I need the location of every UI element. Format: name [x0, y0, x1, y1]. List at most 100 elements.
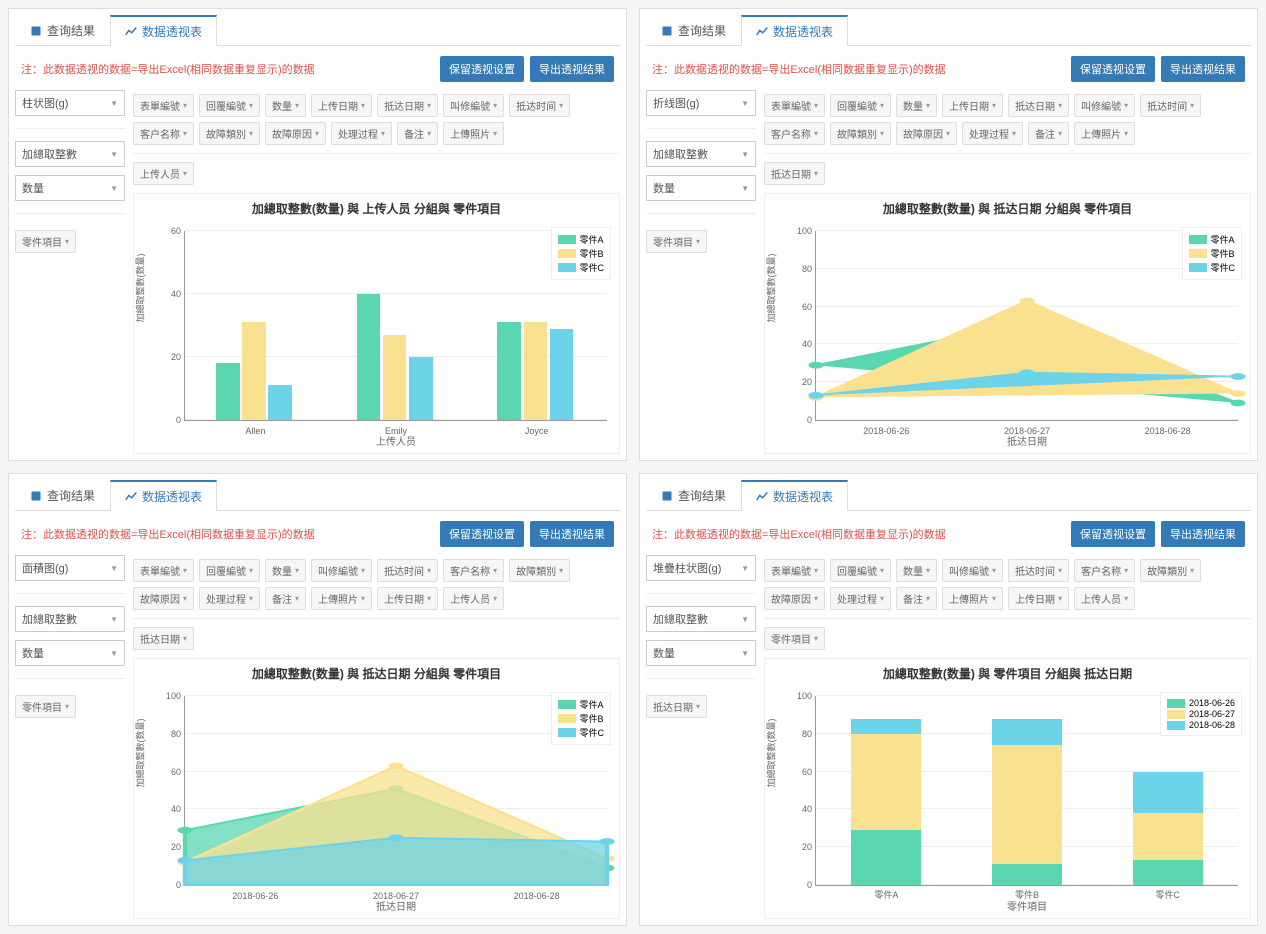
- field-chip[interactable]: 抵达时间: [377, 559, 438, 582]
- field-chip[interactable]: 表單編號: [133, 559, 194, 582]
- bar: [497, 322, 521, 420]
- bar: [851, 719, 921, 734]
- tab-pivot[interactable]: 数据透视表: [110, 15, 217, 46]
- field-chip[interactable]: 零件項目: [646, 230, 707, 253]
- bar: [524, 322, 548, 420]
- field-chip[interactable]: 故障原因: [133, 587, 194, 610]
- field-chip[interactable]: 上傳照片: [1074, 122, 1135, 145]
- bar: [992, 864, 1062, 885]
- field-chip[interactable]: 零件項目: [15, 230, 76, 253]
- field-chip[interactable]: 故障原因: [764, 587, 825, 610]
- field-chip[interactable]: 抵达时间: [1008, 559, 1069, 582]
- measure-select[interactable]: 数量▼: [15, 175, 125, 201]
- bar: [992, 719, 1062, 745]
- chart-type-select[interactable]: 面積图(g)▼: [15, 555, 125, 581]
- field-chip[interactable]: 回覆編號: [830, 559, 891, 582]
- field-chip[interactable]: 备注: [896, 587, 937, 610]
- export-pivot-button[interactable]: 导出透视结果: [530, 56, 614, 82]
- chart-plot: 0204060AllenEmilyJoyce 加總取整數(数量) 上传人员: [184, 231, 607, 421]
- field-chip[interactable]: 上傳照片: [942, 587, 1003, 610]
- field-chip[interactable]: 回覆編號: [199, 94, 260, 117]
- field-chip[interactable]: 零件項目: [764, 627, 825, 650]
- save-pivot-button[interactable]: 保留透视设置: [440, 521, 524, 547]
- field-chip[interactable]: 上传日期: [1008, 587, 1069, 610]
- chart-plot: 0204060801002018-06-262018-06-272018-06-…: [815, 231, 1238, 421]
- aggregate-select[interactable]: 加總取整數▼: [646, 141, 756, 167]
- field-chip[interactable]: 上傳照片: [311, 587, 372, 610]
- field-chip[interactable]: 零件項目: [15, 695, 76, 718]
- field-chip[interactable]: 叫修編號: [443, 94, 504, 117]
- measure-select[interactable]: 数量▼: [646, 175, 756, 201]
- tab-pivot[interactable]: 数据透视表: [110, 480, 217, 511]
- aggregate-select[interactable]: 加總取整數▼: [15, 141, 125, 167]
- field-chip[interactable]: 处理过程: [962, 122, 1023, 145]
- chart-type-select[interactable]: 折线图(g)▼: [646, 90, 756, 116]
- field-chip[interactable]: 上传人员: [1074, 587, 1135, 610]
- field-chip[interactable]: 叫修編號: [1074, 94, 1135, 117]
- aggregate-select[interactable]: 加總取整數▼: [646, 606, 756, 632]
- field-chip[interactable]: 备注: [265, 587, 306, 610]
- x-axis-label: 上传人员: [185, 433, 607, 448]
- field-chip[interactable]: 表單編號: [764, 94, 825, 117]
- pivot-panel: 查询结果 数据透视表 注：此数据透视的数据=导出Excel(相同数据重复显示)的…: [8, 473, 627, 926]
- field-chip[interactable]: 表單編號: [764, 559, 825, 582]
- field-chip[interactable]: 客户名称: [133, 122, 194, 145]
- group-field-row: 抵达日期: [764, 158, 1251, 189]
- field-chip[interactable]: 抵达时间: [509, 94, 570, 117]
- field-chip[interactable]: 上传日期: [311, 94, 372, 117]
- chart-container: 加總取整數(数量) 與 上传人员 分組與 零件項目 0204060AllenEm…: [133, 193, 620, 454]
- field-chip[interactable]: 抵达日期: [764, 162, 825, 185]
- field-chip[interactable]: 抵达日期: [646, 695, 707, 718]
- field-chip[interactable]: 故障類別: [199, 122, 260, 145]
- field-chip[interactable]: 抵达日期: [377, 94, 438, 117]
- field-chip[interactable]: 数量: [896, 94, 937, 117]
- field-chip[interactable]: 上传日期: [942, 94, 1003, 117]
- field-chip[interactable]: 上傳照片: [443, 122, 504, 145]
- field-chip[interactable]: 处理过程: [331, 122, 392, 145]
- field-chip[interactable]: 抵达日期: [133, 627, 194, 650]
- field-chip[interactable]: 回覆編號: [199, 559, 260, 582]
- x-axis-label: 零件項目: [816, 898, 1238, 913]
- field-chip[interactable]: 表單編號: [133, 94, 194, 117]
- field-chip[interactable]: 故障類別: [509, 559, 570, 582]
- aggregate-select[interactable]: 加總取整數▼: [15, 606, 125, 632]
- tab-pivot[interactable]: 数据透视表: [741, 15, 848, 46]
- tab-pivot[interactable]: 数据透视表: [741, 480, 848, 511]
- field-chip[interactable]: 抵达日期: [1008, 94, 1069, 117]
- field-chip[interactable]: 客户名称: [1074, 559, 1135, 582]
- export-pivot-button[interactable]: 导出透视结果: [1161, 521, 1245, 547]
- field-chip[interactable]: 上传人员: [133, 162, 194, 185]
- field-chip[interactable]: 叫修編號: [942, 559, 1003, 582]
- field-chip[interactable]: 备注: [397, 122, 438, 145]
- field-chip[interactable]: 数量: [265, 559, 306, 582]
- measure-select[interactable]: 数量▼: [15, 640, 125, 666]
- field-chip[interactable]: 处理过程: [830, 587, 891, 610]
- measure-select[interactable]: 数量▼: [646, 640, 756, 666]
- field-chip[interactable]: 叫修編號: [311, 559, 372, 582]
- field-chip[interactable]: 故障原因: [265, 122, 326, 145]
- tab-query[interactable]: 查询结果: [646, 15, 741, 45]
- field-chip[interactable]: 数量: [265, 94, 306, 117]
- field-chip[interactable]: 故障類別: [830, 122, 891, 145]
- tab-query[interactable]: 查询结果: [15, 480, 110, 510]
- chart-type-select[interactable]: 柱状图(g)▼: [15, 90, 125, 116]
- save-pivot-button[interactable]: 保留透视设置: [440, 56, 524, 82]
- field-chip[interactable]: 处理过程: [199, 587, 260, 610]
- tab-query[interactable]: 查询结果: [15, 15, 110, 45]
- export-pivot-button[interactable]: 导出透视结果: [1161, 56, 1245, 82]
- tab-query[interactable]: 查询结果: [646, 480, 741, 510]
- field-chip[interactable]: 上传人员: [443, 587, 504, 610]
- field-chip[interactable]: 抵达时间: [1140, 94, 1201, 117]
- field-chip[interactable]: 客户名称: [764, 122, 825, 145]
- save-pivot-button[interactable]: 保留透视设置: [1071, 56, 1155, 82]
- field-chip[interactable]: 故障類別: [1140, 559, 1201, 582]
- field-chip[interactable]: 客户名称: [443, 559, 504, 582]
- export-pivot-button[interactable]: 导出透视结果: [530, 521, 614, 547]
- field-chip[interactable]: 备注: [1028, 122, 1069, 145]
- field-chip[interactable]: 上传日期: [377, 587, 438, 610]
- field-chip[interactable]: 故障原因: [896, 122, 957, 145]
- field-chip[interactable]: 回覆編號: [830, 94, 891, 117]
- chart-type-select[interactable]: 堆疊柱状图(g)▼: [646, 555, 756, 581]
- save-pivot-button[interactable]: 保留透视设置: [1071, 521, 1155, 547]
- field-chip[interactable]: 数量: [896, 559, 937, 582]
